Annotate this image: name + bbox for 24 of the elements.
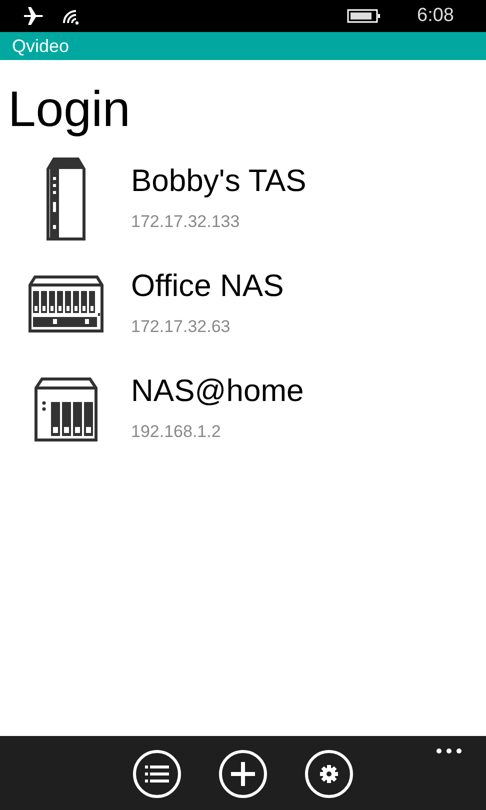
clock-time: 6:08 <box>417 4 454 28</box>
device-address: 172.17.32.63 <box>131 316 232 338</box>
battery-icon <box>347 9 382 23</box>
settings-icon <box>320 765 338 783</box>
page-title: Login <box>7 80 132 134</box>
nas-box-icon <box>32 376 98 442</box>
device-address: 192.168.1.2 <box>131 421 222 444</box>
settings-button[interactable] <box>305 750 353 798</box>
device-item[interactable]: Office NAS 172.17.32.63 <box>0 251 486 356</box>
list-icon <box>145 765 169 783</box>
device-address: 172.17.32.133 <box>131 211 241 234</box>
device-name: NAS@home <box>131 372 304 410</box>
more-icon[interactable] <box>436 748 462 754</box>
device-name: Office NAS <box>131 267 284 306</box>
plus-icon <box>231 762 255 786</box>
nas-rack-icon <box>26 274 104 332</box>
wifi-icon <box>60 7 80 25</box>
device-name: Bobby's TAS <box>131 162 306 200</box>
app-title: Qvideo <box>12 37 70 55</box>
device-item[interactable]: NAS@home 192.168.1.2 <box>0 356 486 461</box>
add-button[interactable] <box>219 750 267 798</box>
list-button[interactable] <box>133 750 181 798</box>
airplane-icon <box>24 7 44 25</box>
device-item[interactable]: Bobby's TAS 172.17.32.133 <box>0 146 486 251</box>
